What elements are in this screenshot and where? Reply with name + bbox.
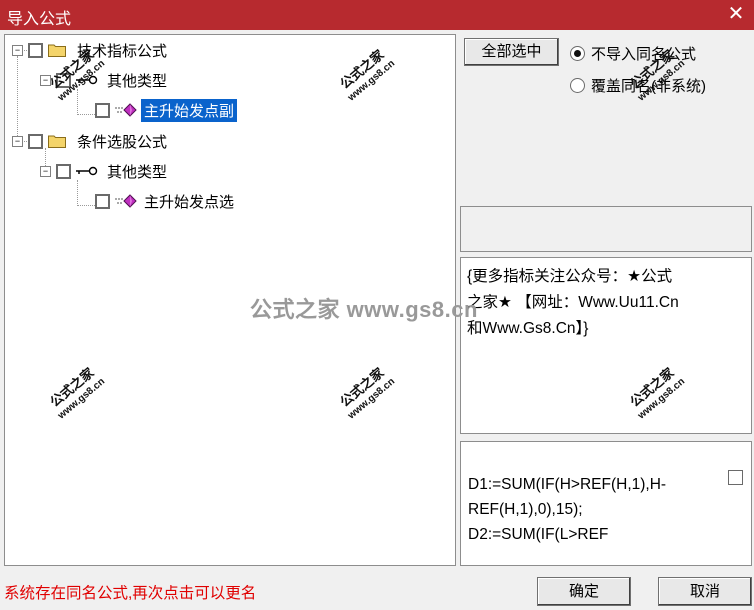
radio-label: 覆盖同名(非系统) bbox=[591, 78, 706, 95]
tree-node-label: 主升始发点选 bbox=[144, 193, 235, 211]
code-line: D1:=SUM(IF(H>REF(H,1),H- bbox=[468, 476, 667, 493]
tree-checkbox[interactable] bbox=[95, 102, 110, 118]
tree-checkbox[interactable] bbox=[95, 193, 110, 209]
tree-checkbox[interactable] bbox=[56, 72, 71, 88]
description-line: {更多指标关注公众号：★公式 bbox=[467, 268, 673, 285]
code-line: D2:=SUM(IF(L>REF bbox=[468, 526, 609, 543]
radio-button[interactable] bbox=[570, 46, 585, 61]
formula-gem-icon bbox=[115, 102, 137, 118]
radio-skip-same-name[interactable]: 不导入同名公式 bbox=[570, 43, 696, 64]
tree-node-screening-formulas[interactable]: − 条件选股公式 bbox=[12, 130, 170, 152]
close-icon[interactable]: ✕ bbox=[724, 2, 748, 26]
window-title: 导入公式 bbox=[7, 11, 72, 28]
formula-description: {更多指标关注公众号：★公式 之家★ 【网址：Www.Uu11.Cn 和Www.… bbox=[460, 257, 752, 434]
info-panel bbox=[460, 206, 752, 252]
tree-node-formula-sub[interactable]: 主升始发点副 bbox=[95, 98, 238, 122]
tree-checkbox[interactable] bbox=[56, 163, 71, 179]
tree-node-other-types[interactable]: − 其他类型 bbox=[40, 69, 170, 91]
formula-code[interactable]: D1:=SUM(IF(H>REF(H,1),H- REF(H,1),0),15)… bbox=[460, 441, 752, 566]
tree-node-label: 技术指标公式 bbox=[77, 42, 168, 60]
collapse-icon[interactable]: − bbox=[40, 165, 51, 177]
tree-node-label: 其他类型 bbox=[107, 72, 168, 90]
tree-node-indicator-formulas[interactable]: − 技术指标公式 bbox=[12, 39, 170, 61]
key-icon bbox=[76, 166, 98, 176]
key-icon bbox=[76, 75, 98, 85]
formula-gem-icon bbox=[115, 193, 137, 209]
collapse-icon[interactable]: − bbox=[40, 74, 51, 86]
radio-button[interactable] bbox=[570, 78, 585, 93]
tree-node-label: 条件选股公式 bbox=[77, 133, 168, 151]
tree-node-formula-select[interactable]: 主升始发点选 bbox=[95, 190, 237, 212]
code-checkbox[interactable] bbox=[728, 470, 743, 485]
status-message: 系统存在同名公式,再次点击可以更名 bbox=[4, 585, 257, 602]
tree-node-label: 其他类型 bbox=[107, 163, 168, 181]
radio-label: 不导入同名公式 bbox=[591, 46, 697, 63]
tree-node-label: 主升始发点副 bbox=[141, 98, 238, 122]
ok-button[interactable]: 确定 bbox=[537, 577, 631, 606]
tree-checkbox[interactable] bbox=[28, 133, 43, 149]
folder-icon bbox=[48, 43, 66, 57]
tree-node-other-types-2[interactable]: − 其他类型 bbox=[40, 160, 170, 182]
collapse-icon[interactable]: − bbox=[12, 44, 23, 56]
tree-checkbox[interactable] bbox=[28, 42, 43, 58]
title-bar: 导入公式 ✕ bbox=[0, 0, 754, 30]
cancel-button[interactable]: 取消 bbox=[658, 577, 752, 606]
description-line: 之家★ 【网址：Www.Uu11.Cn bbox=[467, 294, 679, 311]
code-line: REF(H,1),0),15); bbox=[468, 501, 583, 518]
formula-tree[interactable]: − 技术指标公式 − 其他类型 主升始发点副 − 条件选股公式 − 其他类型 主… bbox=[4, 34, 456, 566]
select-all-button[interactable]: 全部选中 bbox=[464, 38, 559, 66]
radio-overwrite-same-name[interactable]: 覆盖同名(非系统) bbox=[570, 75, 706, 96]
folder-icon bbox=[48, 134, 66, 148]
description-line: 和Www.Gs8.Cn】} bbox=[467, 320, 589, 337]
collapse-icon[interactable]: − bbox=[12, 135, 23, 147]
